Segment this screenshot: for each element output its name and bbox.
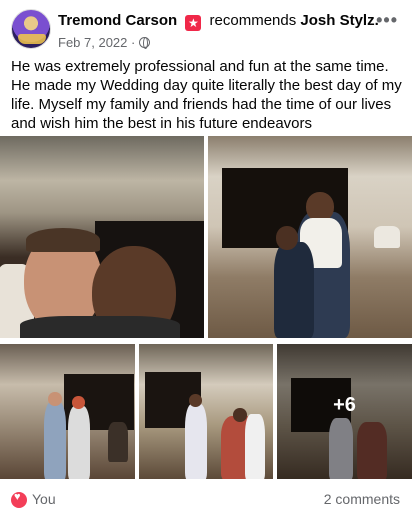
globe-icon: [138, 37, 150, 49]
post-footer: You 2 comments: [0, 484, 412, 516]
action-text: recommends: [209, 12, 297, 29]
photo-dance-2[interactable]: [139, 344, 273, 479]
post-date[interactable]: Feb 7, 2022: [58, 35, 127, 50]
meta-separator: ·: [131, 35, 136, 50]
photo-selfie[interactable]: [0, 136, 204, 338]
photo-more[interactable]: +6: [277, 344, 412, 479]
target-name[interactable]: Josh Stylz.: [300, 12, 378, 29]
post-meta: Feb 7, 2022 ·: [58, 35, 150, 50]
more-photos-count[interactable]: +6: [277, 394, 412, 417]
avatar[interactable]: [11, 9, 51, 49]
post-header: Tremond Carson ★ recommends Josh Stylz. …: [0, 0, 412, 56]
heart-reaction-icon[interactable]: [11, 491, 27, 508]
recommend-icon: ★: [185, 15, 202, 31]
comments-count[interactable]: 2 comments: [324, 491, 400, 507]
author-name[interactable]: Tremond Carson: [58, 12, 177, 29]
reaction-label[interactable]: You: [32, 491, 56, 507]
post-text: He was extremely professional and fun at…: [11, 58, 402, 132]
post-title-line: Tremond Carson ★ recommends Josh Stylz.: [58, 12, 379, 31]
more-icon[interactable]: •••: [376, 10, 398, 31]
photo-couple[interactable]: [208, 136, 412, 338]
photo-dance-1[interactable]: [0, 344, 135, 479]
